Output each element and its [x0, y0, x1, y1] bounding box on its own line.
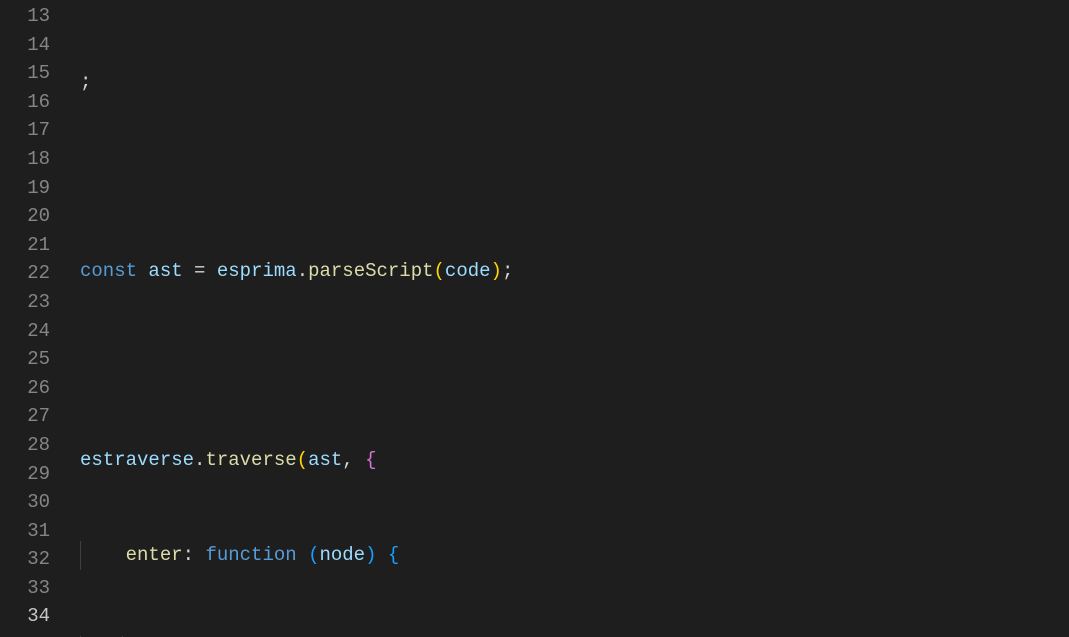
- line-number: 13: [0, 2, 50, 31]
- line-number: 30: [0, 488, 50, 517]
- code-line: const ast = esprima.parseScript(code);: [70, 257, 1069, 286]
- line-number: 31: [0, 517, 50, 546]
- line-number: 25: [0, 345, 50, 374]
- code-line: [70, 352, 1069, 381]
- code-line: estraverse.traverse(ast, {: [70, 446, 1069, 475]
- code-line: ;: [70, 68, 1069, 97]
- line-number: 24: [0, 317, 50, 346]
- line-number: 29: [0, 460, 50, 489]
- code-line: [70, 163, 1069, 192]
- code-area[interactable]: ; const ast = esprima.parseScript(code);…: [70, 2, 1069, 637]
- line-number: 18: [0, 145, 50, 174]
- line-number: 14: [0, 31, 50, 60]
- line-number: 15: [0, 59, 50, 88]
- code-line: enter: function (node) {: [70, 541, 1069, 570]
- line-number: 20: [0, 202, 50, 231]
- line-number-active: 34: [0, 602, 50, 631]
- line-number: 33: [0, 574, 50, 603]
- line-number: 32: [0, 545, 50, 574]
- code-editor[interactable]: 13 14 15 16 17 18 19 20 21 22 23 24 25 2…: [0, 0, 1069, 637]
- line-number: 17: [0, 116, 50, 145]
- line-number: 22: [0, 259, 50, 288]
- line-number: 26: [0, 374, 50, 403]
- line-number: 21: [0, 231, 50, 260]
- line-number: 19: [0, 174, 50, 203]
- line-number: 27: [0, 402, 50, 431]
- line-number: 16: [0, 88, 50, 117]
- line-number: 28: [0, 431, 50, 460]
- line-number: 23: [0, 288, 50, 317]
- line-number-gutter: 13 14 15 16 17 18 19 20 21 22 23 24 25 2…: [0, 2, 70, 637]
